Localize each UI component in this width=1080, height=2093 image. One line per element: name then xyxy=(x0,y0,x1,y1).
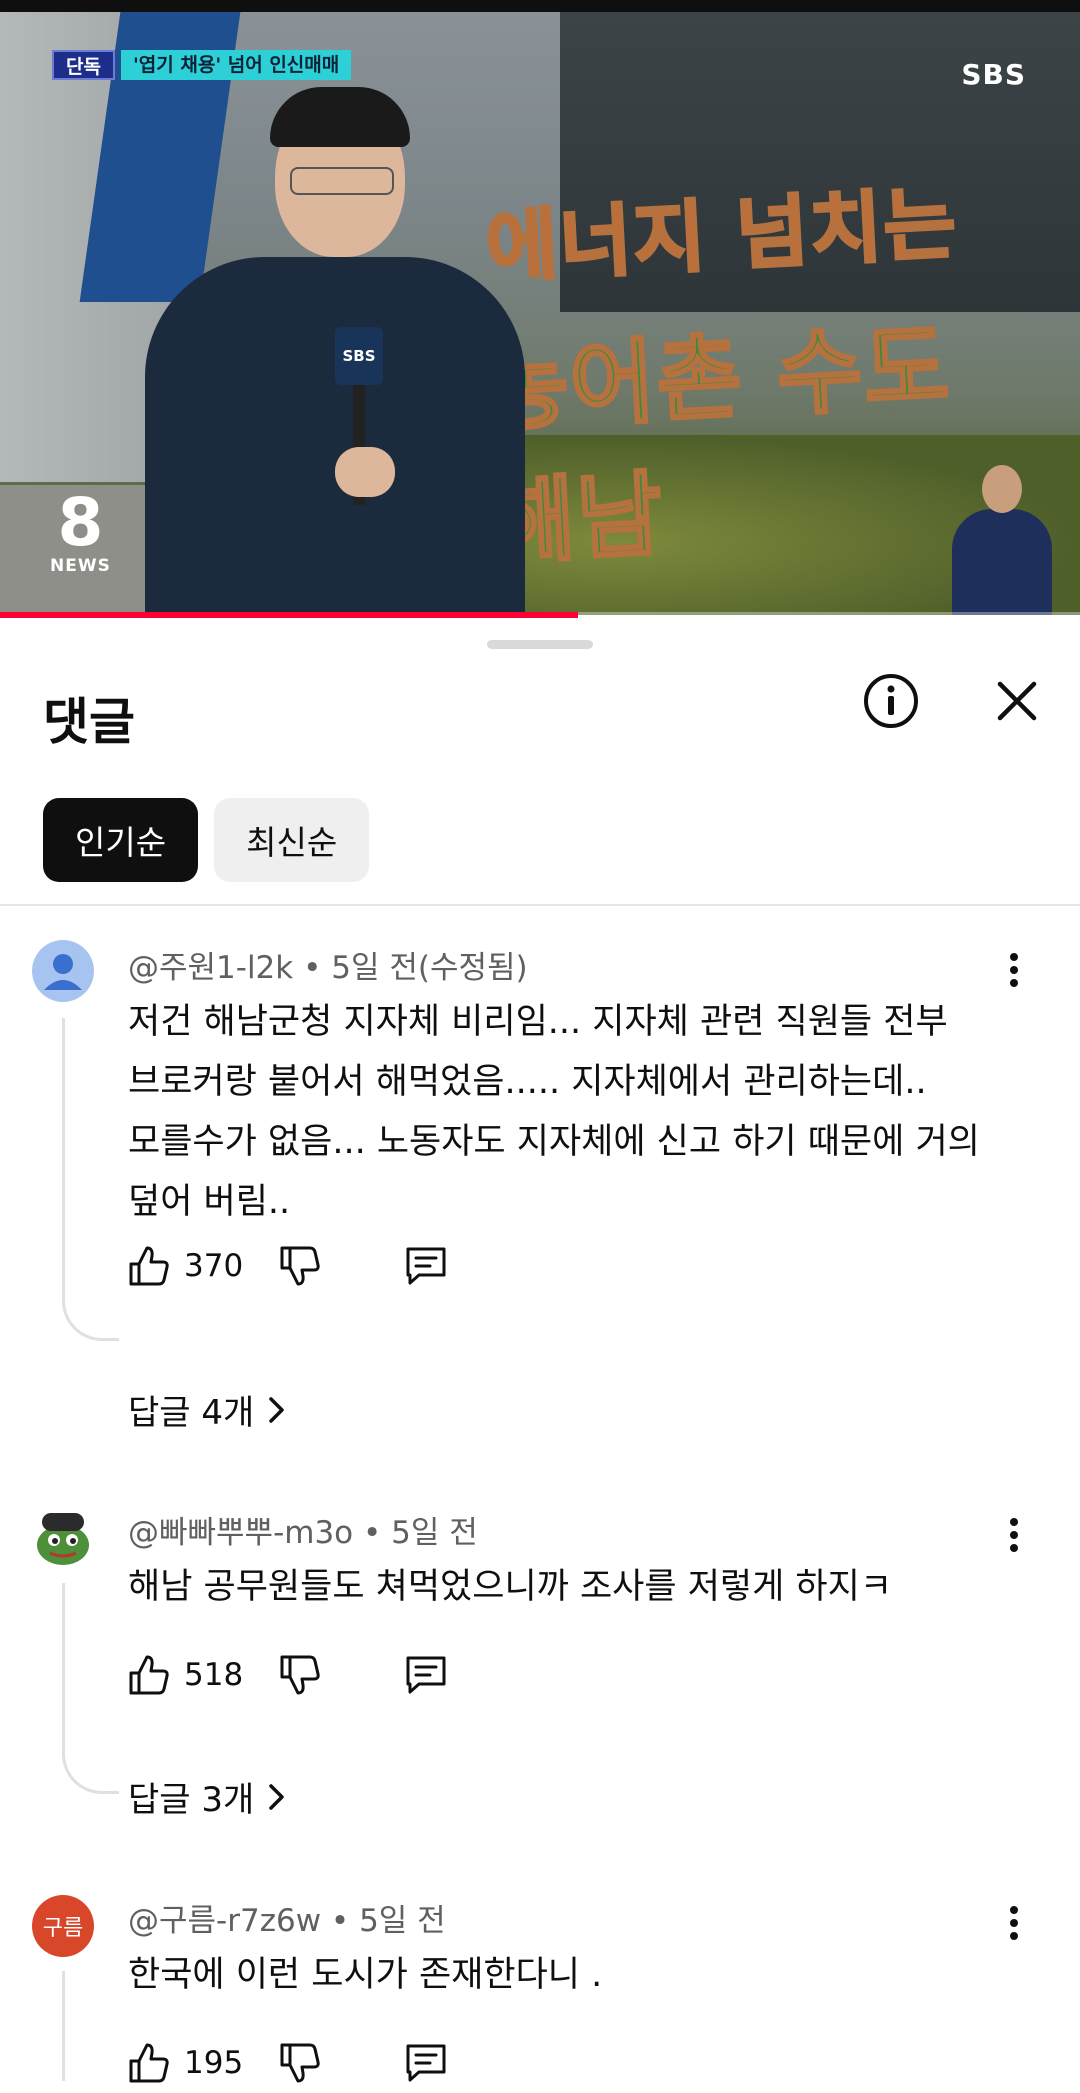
reporter-hand xyxy=(335,447,395,497)
reply-button[interactable] xyxy=(401,1241,451,1291)
reporter-hair xyxy=(270,87,410,147)
thumbs-up-icon xyxy=(129,2043,169,2083)
comment-time: 5일 전(수정됨) xyxy=(331,950,528,986)
drag-handle[interactable] xyxy=(487,640,593,649)
comment-author[interactable]: @구름-r7z6w xyxy=(128,1903,321,1939)
divider xyxy=(0,904,1080,906)
like-button[interactable] xyxy=(124,1241,174,1291)
view-replies-button[interactable]: 답글 3개 xyxy=(128,1772,288,1821)
sort-chips: 인기순 최신순 xyxy=(43,798,370,882)
reply-button[interactable] xyxy=(401,2038,451,2088)
comment-meta: @빠빠뿌뿌-m3o • 5일 전 xyxy=(128,1507,478,1552)
sign-text-bottom: 농어촌 수도 해남 xyxy=(479,311,954,578)
reply-thread-line xyxy=(62,1018,119,1341)
sort-chip-newest[interactable]: 최신순 xyxy=(214,798,370,882)
sort-chip-popular[interactable]: 인기순 xyxy=(43,798,199,882)
more-vertical-icon xyxy=(1010,1518,1018,1552)
view-replies-button[interactable]: 답글 4개 xyxy=(128,1385,288,1434)
comment-text: 저건 해남군청 지자체 비리임... 지자체 관련 직원들 전부 브로커랑 붙어… xyxy=(128,992,1008,1232)
info-circle-icon xyxy=(864,674,918,728)
chevron-right-icon xyxy=(269,1396,285,1423)
town-sign: 에너지 넘치는 농어촌 수도 해남 xyxy=(473,148,1028,579)
comment-actions: 518 xyxy=(124,1645,451,1705)
avatar[interactable] xyxy=(32,1507,94,1569)
avatar[interactable]: 구름 xyxy=(32,1895,94,1957)
reply-thread-line xyxy=(62,1971,65,2081)
sign-text-top: 에너지 넘치는 xyxy=(482,178,961,296)
exclusive-tag: 단독 xyxy=(52,50,115,80)
comment-author[interactable]: @빠빠뿌뿌-m3o xyxy=(128,1515,353,1551)
dislike-button[interactable] xyxy=(275,1241,325,1291)
close-button[interactable] xyxy=(982,666,1052,736)
frog-avatar-icon xyxy=(37,1513,89,1565)
like-count: 518 xyxy=(184,1657,244,1693)
comment-more-button[interactable] xyxy=(994,1505,1034,1565)
program-label: NEWS xyxy=(50,556,111,576)
reporter: SBS xyxy=(145,87,525,615)
sign-language-interpreter xyxy=(952,465,1052,615)
comment-time: 5일 전 xyxy=(391,1515,478,1551)
comment-line: 브로커랑 붙어서 해먹었음..... 지자체에서 관리하는데.. xyxy=(128,1062,927,1102)
meta-separator: • xyxy=(303,950,322,986)
comment-time: 5일 전 xyxy=(359,1903,446,1939)
comment-line: 저건 해남군청 지자체 비리임... 지자체 관련 직원들 전부 xyxy=(128,1002,948,1042)
news-caption: 단독 '엽기 채용' 넘어 인신매매 xyxy=(52,50,352,80)
comment-line: 덮어 버림.. xyxy=(128,1182,291,1222)
program-number: 8 xyxy=(57,484,104,561)
chevron-right-icon xyxy=(269,1783,285,1810)
more-vertical-icon xyxy=(1010,953,1018,987)
comment-text: 한국에 이런 도시가 존재한다니 . xyxy=(128,1945,1008,2005)
meta-separator: • xyxy=(363,1515,382,1551)
like-button[interactable] xyxy=(124,2038,174,2088)
reply-thread-line xyxy=(62,1583,119,1794)
comment-line: 해남 공무원들도 쳐먹었으니까 조사를 저렇게 하지ㅋ xyxy=(128,1567,893,1607)
default-user-icon xyxy=(44,954,82,990)
microphone-flag: SBS xyxy=(335,327,383,385)
reply-comment-icon xyxy=(406,2044,446,2082)
dislike-button[interactable] xyxy=(275,1650,325,1700)
meta-separator: • xyxy=(330,1903,350,1939)
reply-comment-icon xyxy=(406,1656,446,1694)
replies-count: 답글 4개 xyxy=(128,1393,255,1433)
reporter-shirt xyxy=(145,257,525,615)
comment-more-button[interactable] xyxy=(994,940,1034,1000)
news-headline: '엽기 채용' 넘어 인신매매 xyxy=(120,50,352,80)
info-button[interactable] xyxy=(856,666,926,736)
comment-author[interactable]: @주원1-l2k xyxy=(128,950,293,986)
like-count: 370 xyxy=(184,1248,244,1284)
like-count: 195 xyxy=(184,2045,244,2081)
channel-logo: SBS xyxy=(961,58,1026,91)
like-button[interactable] xyxy=(124,1650,174,1700)
sheet-title: 댓글 xyxy=(43,693,135,751)
reporter-glasses xyxy=(290,167,394,195)
comment-more-button[interactable] xyxy=(994,1893,1034,1953)
thumbs-down-icon xyxy=(280,2043,320,2083)
thumbs-down-icon xyxy=(280,1655,320,1695)
close-icon xyxy=(997,681,1037,721)
comments-sheet: 댓글 인기순 최신순 xyxy=(0,618,1080,2079)
interpreter-body xyxy=(952,509,1052,615)
thumbs-down-icon xyxy=(280,1246,320,1286)
comment-meta: @구름-r7z6w • 5일 전 xyxy=(128,1895,446,1940)
comment-text: 해남 공무원들도 쳐먹었으니까 조사를 저렇게 하지ㅋ xyxy=(128,1557,1008,1617)
comment-actions: 370 xyxy=(124,1236,451,1296)
dislike-button[interactable] xyxy=(275,2038,325,2088)
comment-meta: @주원1-l2k • 5일 전(수정됨) xyxy=(128,942,528,987)
interpreter-head xyxy=(982,465,1022,513)
thumbs-up-icon xyxy=(129,1246,169,1286)
comment-line: 한국에 이런 도시가 존재한다니 . xyxy=(128,1955,603,1995)
reply-button[interactable] xyxy=(401,1650,451,1700)
thumbs-up-icon xyxy=(129,1655,169,1695)
more-vertical-icon xyxy=(1010,1906,1018,1940)
status-strip xyxy=(0,0,1080,12)
reply-comment-icon xyxy=(406,1247,446,1285)
avatar[interactable] xyxy=(32,940,94,1002)
replies-count: 답글 3개 xyxy=(128,1780,255,1820)
comment-line: 모를수가 없음... 노동자도 지자체에 신고 하기 때문에 거의 xyxy=(128,1122,980,1162)
program-logo: 8 NEWS xyxy=(50,484,111,577)
comment-actions: 195 xyxy=(124,2033,451,2093)
video-player[interactable]: 에너지 넘치는 농어촌 수도 해남 SBS 단독 '엽기 채용' 넘어 인신매매… xyxy=(0,12,1080,615)
